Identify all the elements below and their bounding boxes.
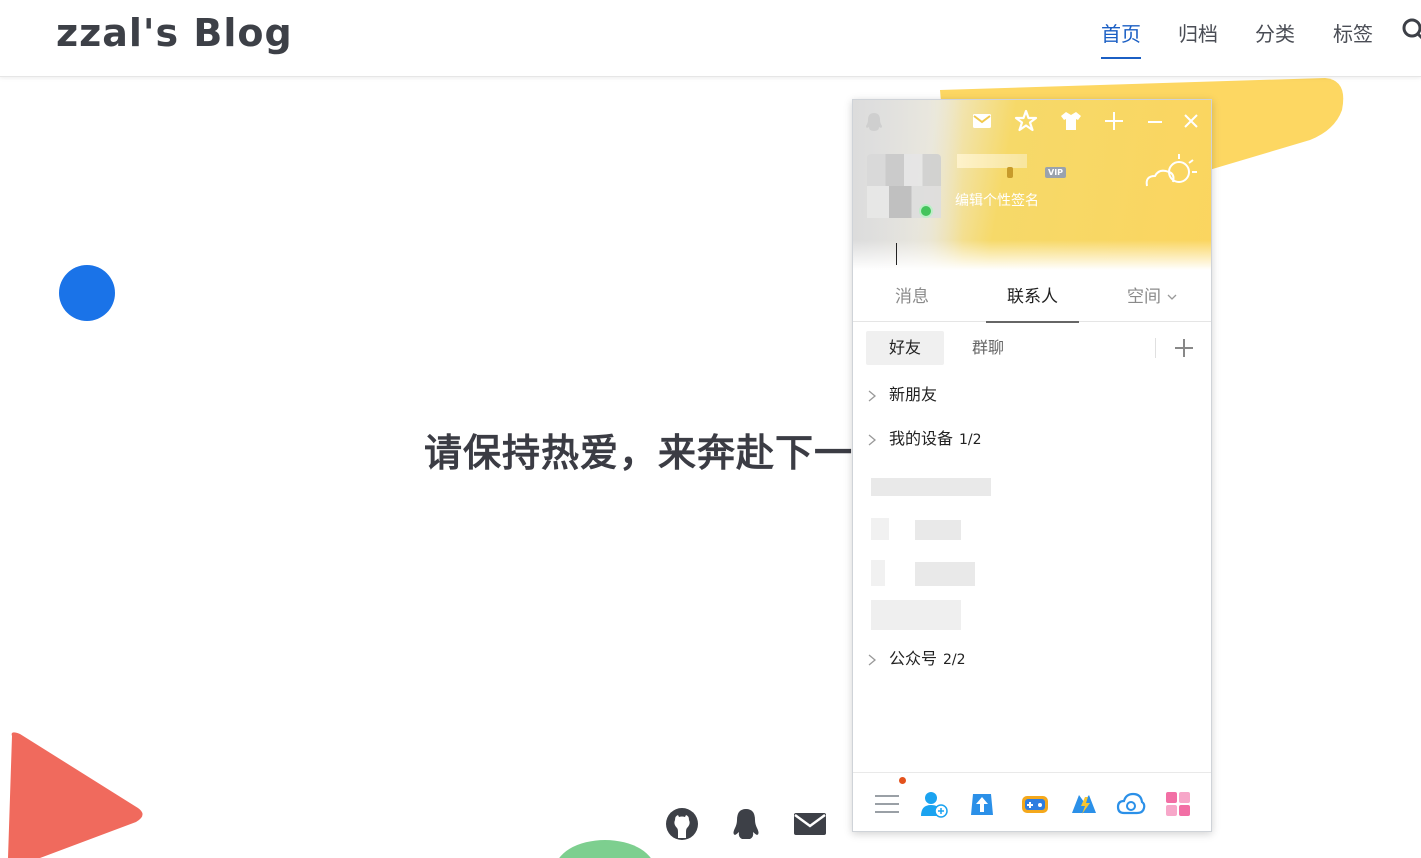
nav-archive[interactable]: 归档 (1178, 20, 1218, 60)
red-triangle (8, 732, 143, 858)
blog-header: zzal's Blog 首页 归档 分类 标签 (0, 0, 1421, 77)
favorites-icon[interactable] (1013, 108, 1039, 134)
menu-icon[interactable] (872, 789, 902, 819)
group-label: 新朋友 (889, 385, 938, 404)
add-contact-icon[interactable] (1172, 336, 1196, 360)
nav-tags[interactable]: 标签 (1333, 20, 1373, 60)
notification-dot (899, 777, 906, 784)
blurred-avatar (871, 560, 885, 586)
group-my-devices[interactable]: 我的设备 1/2 (867, 426, 982, 452)
site-title[interactable]: zzal's Blog (56, 11, 293, 55)
game-center-icon[interactable] (1020, 789, 1050, 819)
contacts-subtabs: 好友 群聊 (853, 331, 1211, 367)
github-icon[interactable] (664, 806, 700, 842)
text-cursor (896, 243, 897, 265)
email-icon[interactable] (792, 806, 828, 842)
qq-games-icon[interactable] (1069, 789, 1099, 819)
subtab-friends[interactable]: 好友 (866, 331, 944, 365)
chevron-right-icon (868, 434, 877, 445)
vip-badge[interactable]: VIP (1045, 167, 1067, 178)
group-official-accounts[interactable]: 公众号 2/2 (867, 646, 966, 672)
blurred-contact[interactable] (915, 520, 961, 540)
tab-qzone[interactable]: 空间 (1111, 280, 1193, 322)
online-status-icon[interactable] (919, 204, 933, 218)
qq-icon[interactable] (728, 806, 764, 842)
blurred-contact[interactable] (915, 562, 975, 586)
tab-contacts-label: 联系人 (1007, 287, 1058, 307)
green-shape (555, 840, 655, 858)
nav-home[interactable]: 首页 (1101, 20, 1141, 60)
qq-logo-icon (866, 113, 882, 131)
level-badge[interactable] (1007, 167, 1013, 178)
qq-window: VIP 编辑个性签名 消息 联系人 空间 好友 群聊 新朋友 我的设备 1/2 … (852, 99, 1212, 832)
chevron-right-icon (868, 390, 877, 401)
apps-grid-icon[interactable] (1163, 789, 1193, 819)
group-count: 2/2 (943, 652, 966, 668)
subtab-friends-label: 好友 (888, 338, 921, 357)
file-transfer-icon[interactable] (967, 789, 997, 819)
weather-icon[interactable] (1143, 150, 1199, 192)
tab-qzone-label: 空间 (1127, 287, 1161, 307)
add-friend-icon[interactable] (919, 789, 949, 819)
add-icon[interactable] (1101, 108, 1127, 134)
tab-messages-label: 消息 (895, 287, 929, 307)
qq-banner-bottom-fade (853, 240, 1211, 270)
subtab-groups[interactable]: 群聊 (951, 331, 1025, 365)
blurred-avatar (871, 518, 889, 540)
cloud-icon[interactable] (1116, 789, 1146, 819)
group-label: 我的设备 (889, 429, 954, 448)
qq-main-tabs: 消息 联系人 空间 (853, 280, 1211, 323)
skin-icon[interactable] (1058, 108, 1084, 134)
divider (1155, 338, 1156, 358)
signature-field[interactable]: 编辑个性签名 (955, 190, 1039, 210)
blurred-contact[interactable] (871, 478, 991, 496)
nav-categories[interactable]: 分类 (1255, 20, 1295, 60)
blue-circle (59, 265, 115, 321)
chevron-right-icon (868, 654, 877, 665)
tab-messages[interactable]: 消息 (875, 280, 949, 322)
close-icon[interactable] (1178, 108, 1204, 134)
group-label: 公众号 (889, 649, 938, 668)
subtab-groups-label: 群聊 (971, 338, 1004, 357)
group-count: 1/2 (959, 432, 982, 448)
group-new-friends[interactable]: 新朋友 (867, 382, 943, 408)
search-icon[interactable] (1402, 18, 1421, 42)
nickname-blurred (957, 154, 1027, 168)
blurred-contact[interactable] (871, 600, 961, 630)
tab-contacts[interactable]: 联系人 (986, 280, 1079, 323)
chevron-down-icon (1167, 294, 1177, 300)
minimize-icon[interactable] (1142, 108, 1168, 134)
mail-icon[interactable] (969, 108, 995, 134)
qq-bottom-toolbar (853, 772, 1211, 831)
